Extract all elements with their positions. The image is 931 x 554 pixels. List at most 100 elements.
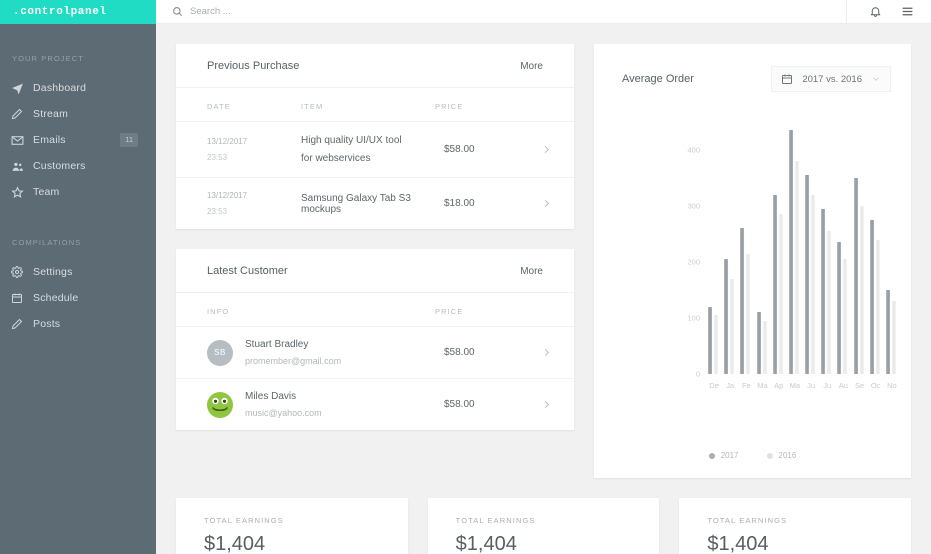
search-icon [172,6,183,17]
customer-name: Miles Davis [245,391,297,402]
sidebar-item-badge: 11 [120,133,138,147]
bar-2016 [730,278,735,374]
sidebar-item-label: Schedule [33,292,79,304]
bar-2016 [714,315,718,374]
customer-info: Miles Davis music@yahoo.com [233,391,444,418]
sidebar-item-settings[interactable]: Settings [0,259,156,285]
sidebar-item-team[interactable]: Team [0,179,156,205]
legend-item-2017[interactable]: 2017 [708,451,739,460]
purchase-time: 23:53 [207,153,228,162]
sidebar-item-label: Customers [33,160,86,172]
latest-customer-card: Latest Customer More INFO PRICE SB Stuar… [176,249,574,430]
latest-customer-more-link[interactable]: More [520,266,543,277]
chevron-right-icon[interactable] [534,399,552,410]
purchase-item-cell: Samsung Galaxy Tab S3 mockups [301,193,444,215]
bar-2017 [708,306,712,374]
column-header-price: PRICE [435,102,464,111]
bar-group[interactable] [803,122,819,374]
customer-price: $58.00 [444,347,475,358]
dashboard-grid: Previous Purchase More DATE ITEM PRICE 1… [176,44,911,478]
list-item[interactable]: SB Stuart Bradley promember@gmail.com $5… [176,326,574,378]
bar-group[interactable] [884,122,900,374]
purchase-time: 23:53 [207,207,228,216]
bar-2016 [811,194,816,374]
bell-icon[interactable] [869,5,882,18]
bar-group[interactable] [738,122,754,374]
x-axis-tick: Ju [823,381,832,390]
bar-group[interactable] [787,122,803,374]
app-root: .controlpanel YOUR PROJECT Dashboard Str… [0,0,931,554]
legend-dot [766,452,773,459]
sidebar-item-label: Settings [33,266,73,278]
table-row[interactable]: 13/12/2017 23:53 Samsung Galaxy Tab S3 m… [176,177,574,229]
earnings-row: TOTAL EARNINGS $1,404 TOTAL EARNINGS $1,… [176,498,911,554]
earnings-value: $1,404 [707,533,769,554]
customer-info: Stuart Bradley promember@gmail.com [233,339,444,366]
sidebar-item-label: Posts [33,318,61,330]
brand-logo-text: .controlpanel [13,6,107,18]
total-earnings-card: TOTAL EARNINGS $1,404 [176,498,408,554]
bar-group[interactable] [852,122,868,374]
y-axis-labels: 0 100 200 300 400 [652,122,706,379]
star-icon [11,185,28,199]
bar-group[interactable] [819,122,835,374]
earnings-label: TOTAL EARNINGS [204,516,284,525]
bar-2016 [859,206,864,374]
bar-group[interactable] [835,122,851,374]
customer-email: promember@gmail.com [245,356,342,366]
bar-group[interactable] [755,122,771,374]
column-header-date: DATE [207,102,231,111]
y-axis-tick: 400 [687,145,700,155]
bar-group[interactable] [706,122,722,374]
purchase-item-line2: for webservices [301,153,371,164]
sidebar-item-schedule[interactable]: Schedule [0,285,156,311]
sidebar-item-posts[interactable]: Posts [0,311,156,337]
y-axis-tick: 100 [687,313,700,323]
chevron-down-icon [871,74,881,84]
sidebar-item-customers[interactable]: Customers [0,153,156,179]
purchase-price: $58.00 [444,144,475,155]
x-axis-tick: Ap [774,381,784,390]
sidebar-item-label: Stream [33,108,69,120]
bar-2017 [837,242,842,374]
content-area: Previous Purchase More DATE ITEM PRICE 1… [156,24,931,554]
bar-2016 [746,253,751,374]
purchase-date: 13/12/2017 [207,137,248,146]
table-row[interactable]: 13/12/2017 23:53 High quality UI/UX tool… [176,121,574,177]
pencil-icon [11,108,28,120]
bar-group[interactable] [868,122,884,374]
bar-group[interactable] [722,122,738,374]
x-axis-tick: Oc [870,381,881,390]
chevron-right-icon[interactable] [534,144,552,155]
sidebar: .controlpanel YOUR PROJECT Dashboard Str… [0,0,156,554]
brand-logo[interactable]: .controlpanel [0,0,156,24]
list-item[interactable]: Miles Davis music@yahoo.com $58.00 [176,378,574,430]
purchase-date: 13/12/2017 [207,191,248,200]
sidebar-item-stream[interactable]: Stream [0,101,156,127]
sidebar-item-label: Dashboard [33,82,87,94]
search-input[interactable] [190,0,490,23]
bar-group[interactable] [771,122,787,374]
earnings-label: TOTAL EARNINGS [455,516,536,525]
chevron-right-icon[interactable] [534,198,552,209]
sidebar-item-dashboard[interactable]: Dashboard [0,75,156,101]
date-range-select[interactable]: 2017 vs. 2016 [771,66,891,92]
previous-purchase-more-link[interactable]: More [520,61,543,72]
total-earnings-card: TOTAL EARNINGS $1,404 [427,498,660,554]
bar-2016 [827,231,832,374]
chevron-right-icon[interactable] [534,347,552,358]
bar-2017 [885,290,890,374]
bar-2017 [756,312,761,374]
latest-customer-columns: INFO PRICE [176,293,574,326]
customer-email: music@yahoo.com [245,408,322,418]
purchase-item-cell: High quality UI/UX tool for webservices [301,135,444,164]
sidebar-item-label: Emails [33,134,66,146]
hamburger-menu-icon[interactable] [900,5,915,18]
users-icon [11,160,28,173]
purchase-price: $18.00 [444,198,475,209]
total-earnings-card: TOTAL EARNINGS $1,404 [679,498,911,554]
legend-item-2016[interactable]: 2016 [766,451,796,460]
sidebar-item-emails[interactable]: Emails 11 [0,127,156,153]
avatar-initials: SB [214,348,226,357]
sidebar-nav-compilations: Settings Schedule Posts [0,259,156,337]
